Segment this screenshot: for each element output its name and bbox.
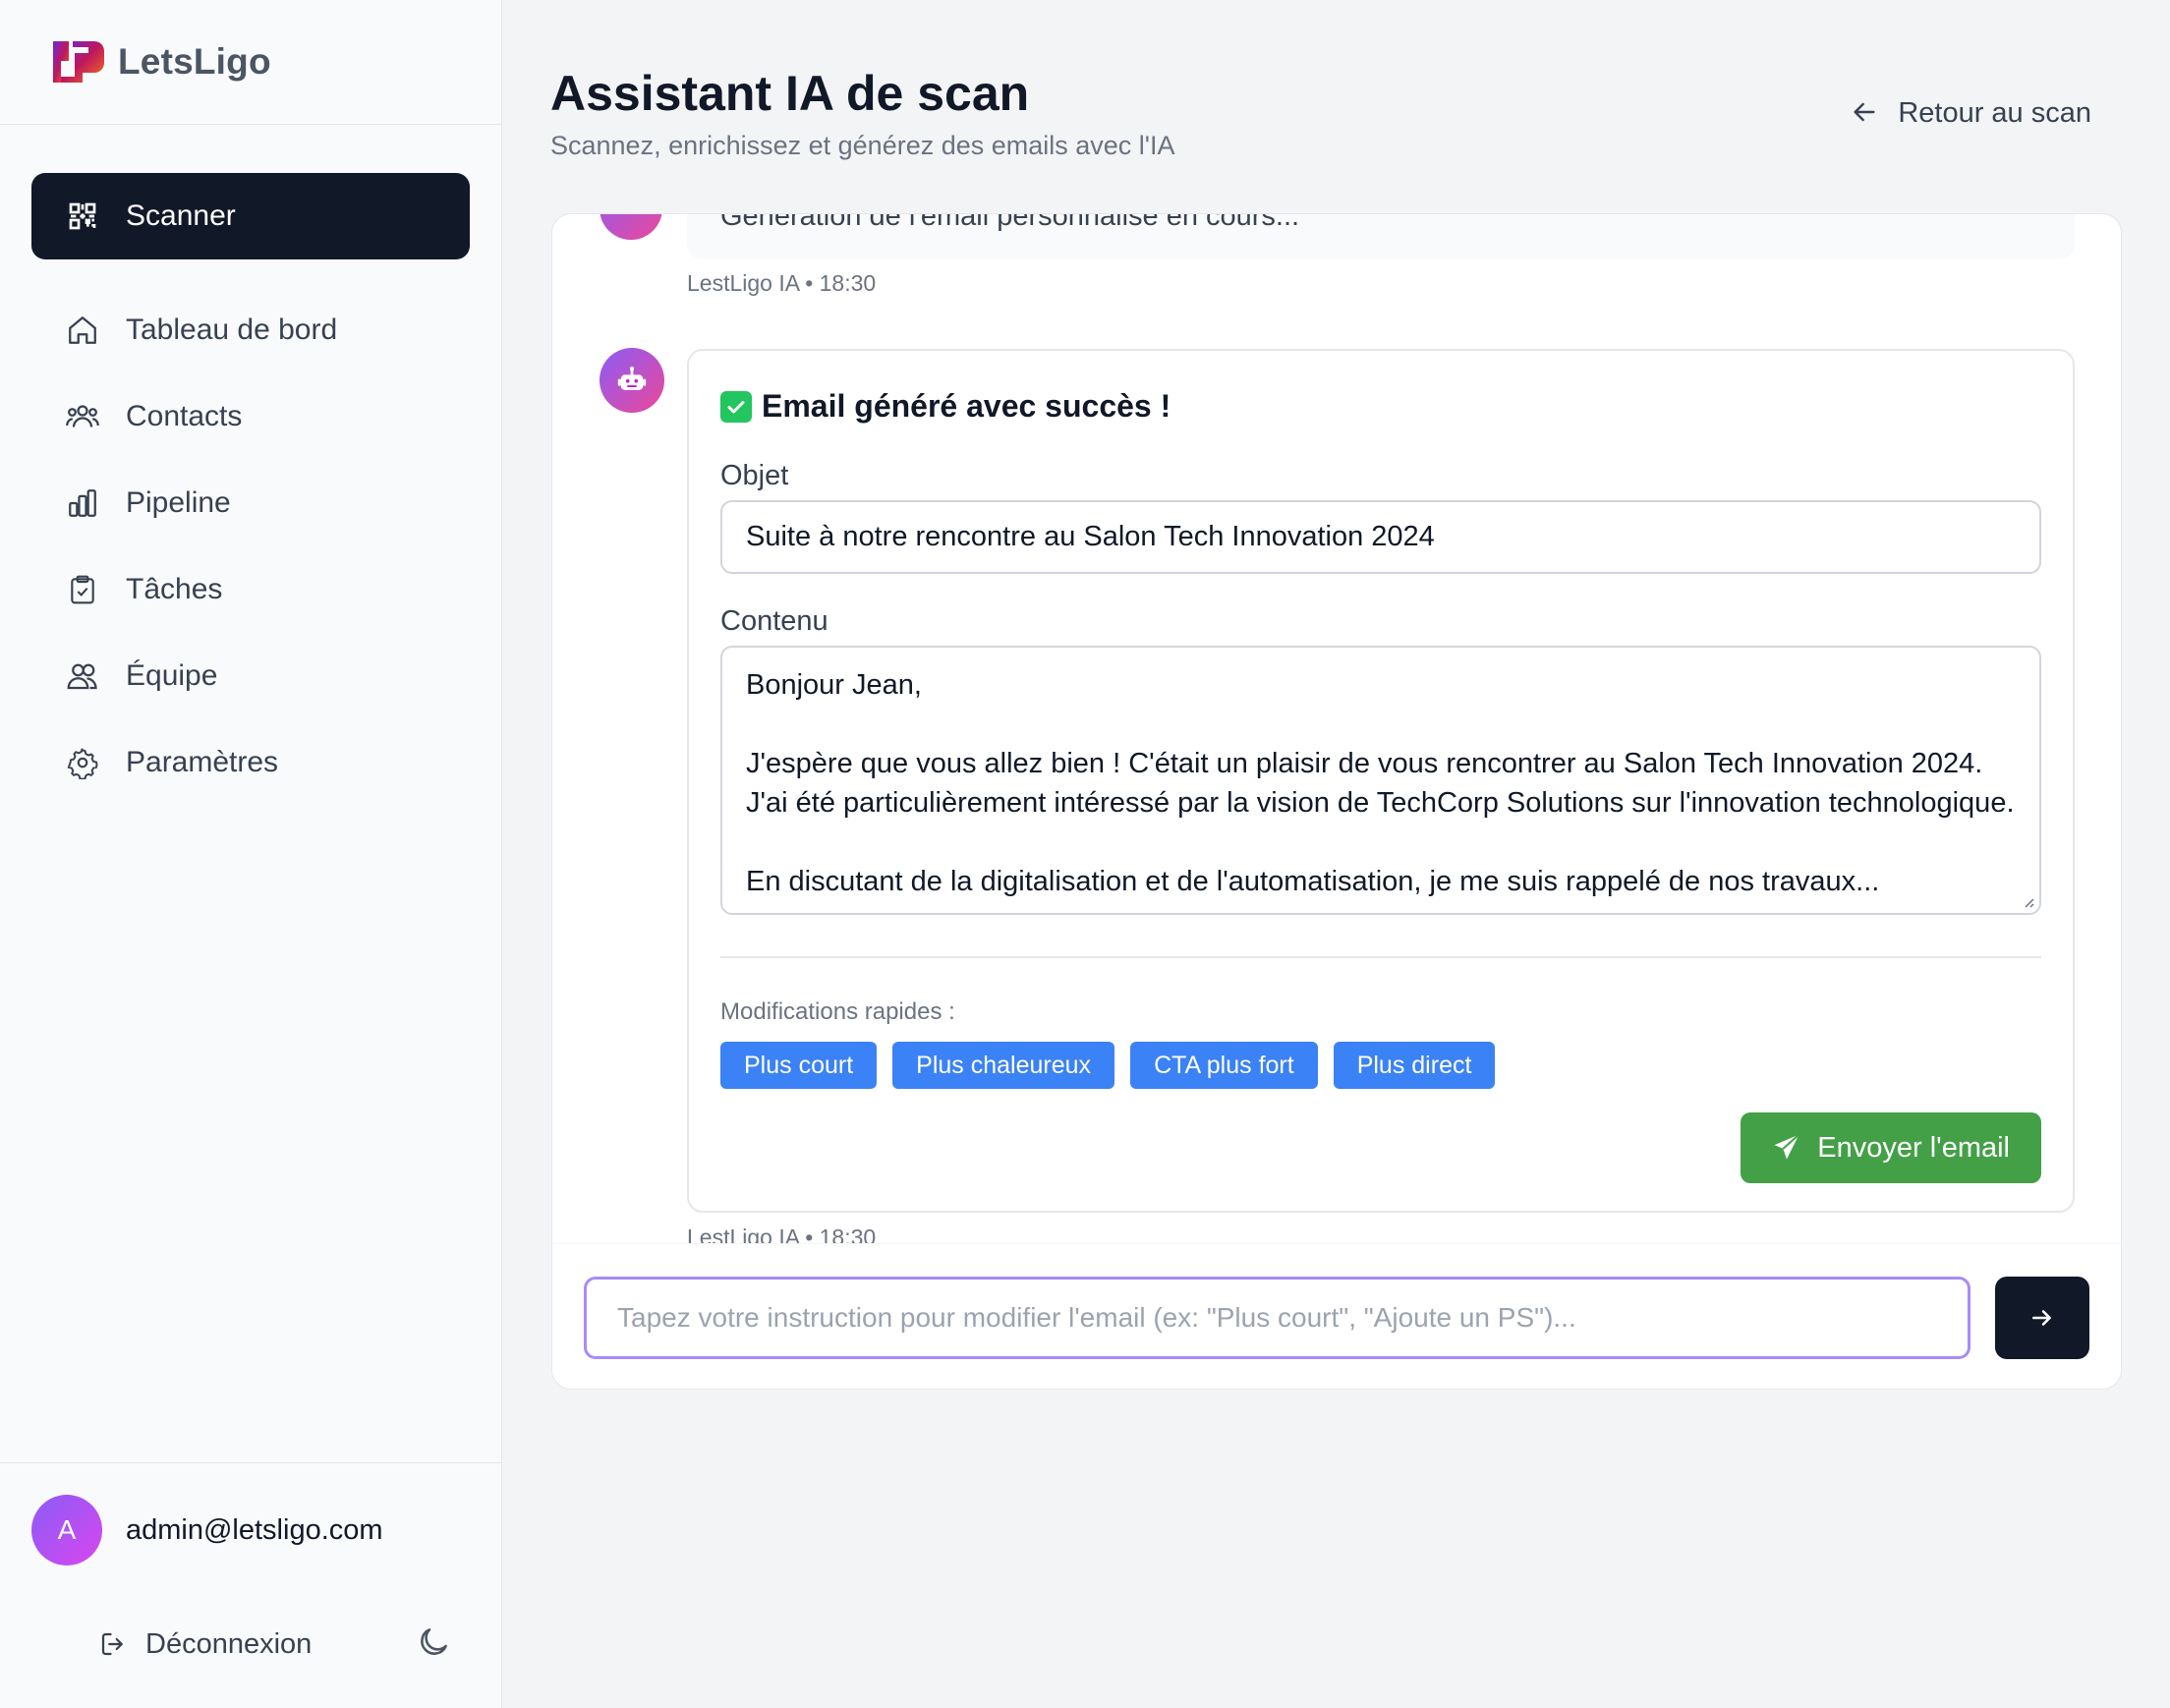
arrow-right-icon	[2032, 1310, 2051, 1326]
clipboard-check-icon	[65, 572, 100, 607]
sidebar-item-scanner[interactable]: Scanner	[31, 173, 470, 259]
quick-edit-actions: Plus court Plus chaleureux CTA plus fort…	[720, 1042, 1496, 1089]
sidebar-item-label: Pipeline	[126, 486, 231, 519]
email-success-text: Email généré avec succès !	[762, 388, 1171, 424]
arrow-left-icon	[1849, 96, 1882, 130]
logout-label: Déconnexion	[145, 1628, 313, 1660]
chat-panel: Génération de l'email personnalisé en co…	[551, 213, 2122, 1390]
subject-label: Objet	[720, 460, 789, 491]
message-meta: LestLigo IA • 18:30	[687, 1224, 877, 1243]
brand-logo[interactable]: LetsLigo	[0, 0, 501, 125]
instruction-bar: Tapez votre instruction pour modifier l'…	[552, 1243, 2121, 1389]
sidebar-item-pipeline[interactable]: Pipeline	[31, 460, 470, 546]
divider	[720, 956, 2041, 958]
content-textarea[interactable]: Bonjour Jean, J'espère que vous allez bi…	[720, 646, 2041, 915]
theme-toggle-moon-icon[interactable]	[415, 1623, 452, 1661]
assistant-avatar	[600, 214, 662, 240]
sidebar-item-label: Équipe	[126, 659, 218, 692]
check-mark-icon	[720, 390, 752, 423]
quick-edits-label: Modifications rapides :	[720, 998, 955, 1025]
brand-name: LetsLigo	[118, 41, 271, 82]
quick-edit-more-direct-button[interactable]: Plus direct	[1333, 1042, 1496, 1089]
previous-message-text: Génération de l'email personnalisé en co…	[720, 214, 1300, 232]
content-value: Bonjour Jean, J'espère que vous allez bi…	[746, 669, 2015, 897]
instruction-input[interactable]: Tapez votre instruction pour modifier l'…	[584, 1277, 1970, 1359]
sidebar-item-tasks[interactable]: Tâches	[31, 546, 470, 633]
user-email: admin@letsligo.com	[126, 1513, 383, 1546]
robot-icon	[617, 366, 647, 390]
previous-message-bubble: Génération de l'email personnalisé en co…	[687, 214, 2075, 259]
back-link-label: Retour au scan	[1898, 96, 2091, 129]
sidebar-nav: Scanner Tableau de bord Contacts Pipelin…	[0, 125, 501, 806]
sidebar-item-label: Paramètres	[126, 746, 279, 778]
user-profile[interactable]: A admin@letsligo.com	[0, 1463, 501, 1566]
content-label: Contenu	[720, 605, 828, 637]
sidebar-item-label: Tableau de bord	[126, 313, 338, 346]
sidebar-item-contacts[interactable]: Contacts	[31, 373, 470, 460]
page-title: Assistant IA de scan	[550, 66, 1030, 121]
sidebar-item-label: Contacts	[126, 400, 243, 432]
logout-button[interactable]: Déconnexion	[98, 1628, 312, 1661]
quick-edit-warmer-button[interactable]: Plus chaleureux	[892, 1042, 1115, 1089]
users-icon	[65, 399, 100, 434]
gear-icon	[65, 745, 100, 780]
send-instruction-button[interactable]	[1995, 1277, 2089, 1359]
sidebar-item-team[interactable]: Équipe	[31, 633, 470, 719]
sidebar-footer: A admin@letsligo.com Déconnexion	[0, 1462, 501, 1708]
bar-chart-icon	[65, 485, 100, 521]
qr-scan-icon	[65, 199, 100, 234]
avatar: A	[31, 1495, 102, 1566]
subject-field[interactable]: Suite à notre rencontre au Salon Tech In…	[720, 500, 2041, 574]
sidebar-item-label: Tâches	[126, 573, 223, 605]
back-to-scan-link[interactable]: Retour au scan	[1849, 96, 2091, 130]
assistant-avatar	[600, 348, 664, 413]
send-email-label: Envoyer l'email	[1817, 1131, 2010, 1164]
sidebar: LetsLigo Scanner Tableau de bord Contact…	[0, 0, 502, 1708]
letsligo-logo-icon	[53, 41, 104, 83]
team-icon	[65, 658, 100, 694]
subject-value: Suite à notre rencontre au Salon Tech In…	[746, 521, 1435, 552]
home-icon	[65, 313, 100, 348]
message-meta: LestLigo IA • 18:30	[687, 270, 877, 296]
quick-edit-stronger-cta-button[interactable]: CTA plus fort	[1130, 1042, 1318, 1089]
message-list[interactable]: Génération de l'email personnalisé en co…	[552, 214, 2121, 1243]
send-email-button[interactable]: Envoyer l'email	[1741, 1112, 2041, 1183]
sidebar-item-dashboard[interactable]: Tableau de bord	[31, 287, 470, 373]
sidebar-item-settings[interactable]: Paramètres	[31, 719, 470, 806]
resize-grip-icon[interactable]	[2020, 893, 2035, 909]
sidebar-item-label: Scanner	[126, 199, 236, 232]
email-success-title: Email généré avec succès !	[720, 388, 1171, 425]
instruction-placeholder: Tapez votre instruction pour modifier l'…	[617, 1302, 1576, 1333]
paper-plane-icon	[1772, 1132, 1803, 1164]
logout-icon	[98, 1629, 130, 1661]
quick-edit-shorter-button[interactable]: Plus court	[720, 1042, 878, 1089]
page-subtitle: Scannez, enrichissez et générez des emai…	[550, 131, 1175, 160]
generated-email-card: Email généré avec succès ! Objet Suite à…	[687, 349, 2075, 1213]
